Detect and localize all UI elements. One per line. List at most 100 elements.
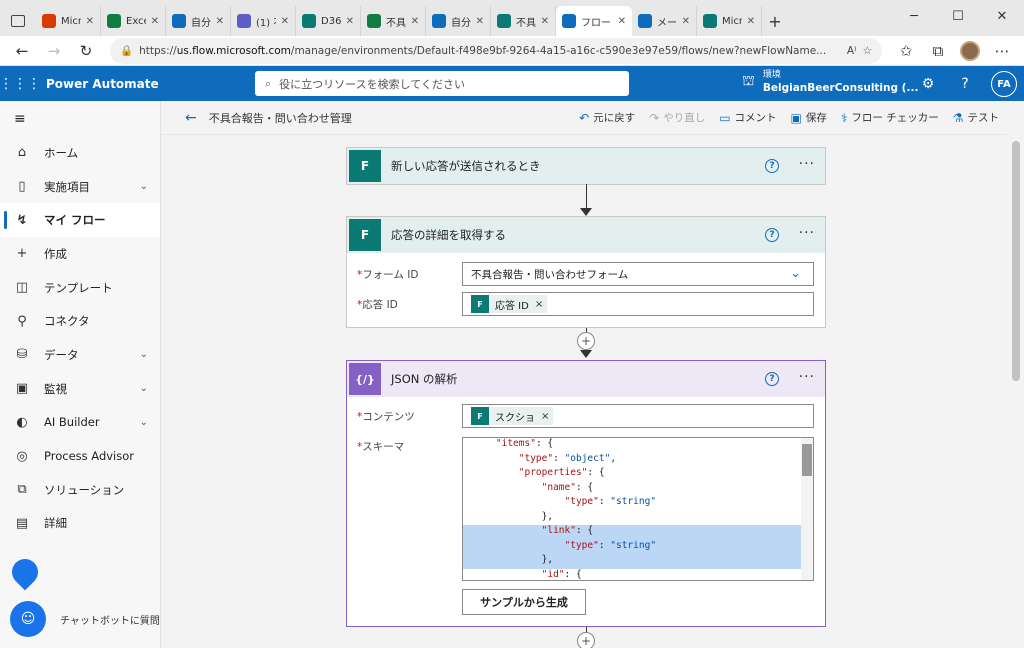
close-tab-icon[interactable]: ✕ [151, 16, 159, 27]
schema-editor[interactable]: "items": { "type": "object", "properties… [462, 437, 814, 581]
nav-item[interactable]: + 作成 [0, 237, 160, 271]
read-aloud-icon[interactable]: A⁾ [847, 45, 857, 57]
remove-token-icon[interactable]: × [541, 411, 549, 422]
flow-checker-button[interactable]: ⚕ フロー チェッカー [841, 110, 939, 125]
close-tab-icon[interactable]: ✕ [747, 16, 755, 27]
save-button[interactable]: ▣ 保存 [791, 110, 827, 125]
help-icon[interactable]: ? [765, 372, 779, 386]
hamburger-menu-icon[interactable]: ≡ [0, 101, 160, 136]
nav-item[interactable]: ↯ マイ フロー [0, 203, 160, 238]
close-tab-icon[interactable]: ✕ [476, 16, 484, 27]
browser-tab[interactable]: 不具 ✕ [361, 6, 426, 36]
insert-step-plus-icon[interactable]: + [577, 332, 595, 350]
comment-button[interactable]: ▭ コメント [719, 110, 776, 125]
browser-tab[interactable]: フロー ✕ [556, 6, 632, 36]
browser-tab[interactable]: Micr ✕ [36, 6, 101, 36]
collections-icon[interactable]: ⧉ [924, 38, 952, 64]
close-tab-icon[interactable]: ✕ [411, 16, 419, 27]
close-tab-icon[interactable]: ✕ [618, 16, 626, 27]
chevron-down-icon[interactable]: ⌄ [790, 266, 801, 281]
chevron-down-icon[interactable]: ⌄ [140, 349, 148, 360]
search-box[interactable]: ⌕ 役に立つリソースを検索してください [255, 71, 629, 96]
nav-item[interactable]: ⌂ ホーム [0, 136, 160, 170]
profile-avatar[interactable] [956, 38, 984, 64]
refresh-button[interactable]: ↻ [72, 38, 100, 64]
nav-item[interactable]: ◐ AI Builder ⌄ [0, 406, 160, 440]
card-header[interactable]: F 応答の詳細を取得する ? ··· [347, 217, 825, 253]
nav-item[interactable]: ⧉ ソリューション [0, 473, 160, 507]
close-tab-icon[interactable]: ✕ [216, 16, 224, 27]
nav-item[interactable]: ▯ 実施項目 ⌄ [0, 170, 160, 204]
forward-button[interactable]: → [40, 38, 68, 64]
test-button[interactable]: ⚗ テスト [953, 110, 999, 125]
generate-from-sample-button[interactable]: サンプルから生成 [462, 589, 586, 615]
brand-title[interactable]: Power Automate [46, 77, 246, 91]
browser-tab[interactable]: 自分 ✕ [426, 6, 491, 36]
browser-tab[interactable]: Micr ✕ [697, 6, 762, 36]
environment-picker[interactable]: ⛫ 環境 BelgianBeerConsulting (... [742, 69, 918, 95]
insert-step-plus-icon[interactable]: + [577, 632, 595, 648]
page-scrollbar-thumb[interactable] [1012, 141, 1020, 381]
help-icon[interactable]: ? [765, 159, 779, 173]
card-header[interactable]: {/} JSON の解析 ? ··· [347, 361, 825, 397]
close-tab-icon[interactable]: ✕ [682, 16, 690, 27]
browser-tab[interactable]: 自分 ✕ [166, 6, 231, 36]
nav-item[interactable]: ⛁ データ ⌄ [0, 338, 160, 372]
browser-menu-button[interactable]: ⋯ [988, 38, 1016, 64]
chevron-down-icon[interactable]: ⌄ [140, 181, 148, 192]
feedback-pin-icon[interactable] [6, 553, 44, 591]
new-tab-button[interactable]: + [762, 6, 788, 36]
chevron-down-icon[interactable]: ⌄ [140, 383, 148, 394]
page-scrollbar[interactable] [1008, 101, 1024, 648]
undo-button[interactable]: ↶ 元に戻す [579, 110, 635, 125]
back-button[interactable]: ← [8, 38, 36, 64]
tab-actions-button[interactable] [0, 6, 36, 36]
chatbot-button[interactable]: ☺ チャットボットに質問 [10, 601, 160, 637]
get-response-details-card[interactable]: F 応答の詳細を取得する ? ··· *フォーム ID 不具合報告・問い合わせフ… [346, 216, 826, 328]
card-header[interactable]: F 新しい応答が送信されるとき ? ··· [347, 148, 825, 184]
redo-button[interactable]: ↷ やり直し [649, 110, 705, 125]
app-launcher-icon[interactable]: ⋮⋮⋮ [0, 66, 41, 101]
help-icon[interactable]: ? [765, 228, 779, 242]
remove-token-icon[interactable]: × [535, 299, 543, 310]
nav-item[interactable]: ▤ 詳細 [0, 507, 160, 541]
more-options-icon[interactable]: ··· [799, 225, 815, 241]
browser-tab[interactable]: Excel ✕ [101, 6, 166, 36]
url-input[interactable]: 🔒 https://us.flow.microsoft.com/manage/e… [110, 37, 882, 64]
favorites-icon[interactable]: ✩ [892, 38, 920, 64]
nav-item[interactable]: ◎ Process Advisor [0, 439, 160, 473]
nav-item[interactable]: ⚲ コネクタ [0, 304, 160, 338]
nav-item[interactable]: ▣ 監視 ⌄ [0, 372, 160, 406]
dynamic-content-token[interactable]: F 応答 ID × [471, 295, 548, 313]
flow-name[interactable]: 不具合報告・問い合わせ管理 [209, 110, 352, 126]
user-avatar[interactable]: FA [991, 71, 1017, 97]
minimize-button[interactable]: ─ [892, 0, 936, 32]
parse-json-card[interactable]: {/} JSON の解析 ? ··· *コンテンツ F スクショ × *スキーマ… [346, 360, 826, 627]
close-tab-icon[interactable]: ✕ [86, 16, 94, 27]
help-icon[interactable]: ? [955, 74, 975, 94]
settings-gear-icon[interactable]: ⚙ [918, 74, 938, 94]
office-icon [42, 14, 56, 28]
browser-tab[interactable]: メール ✕ [632, 6, 697, 36]
browser-tab[interactable]: (1) 不 ✕ [231, 6, 296, 36]
browser-tab[interactable]: 不具 ✕ [491, 6, 556, 36]
response-id-input[interactable]: F 応答 ID × [462, 292, 814, 316]
dynamic-content-token[interactable]: F スクショ × [471, 407, 554, 425]
close-tab-icon[interactable]: ✕ [281, 16, 289, 27]
content-input[interactable]: F スクショ × [462, 404, 814, 428]
scrollbar-thumb[interactable] [802, 444, 812, 476]
close-tab-icon[interactable]: ✕ [346, 16, 354, 27]
maximize-button[interactable]: ☐ [936, 0, 980, 32]
close-window-button[interactable]: ✕ [980, 0, 1024, 32]
chevron-down-icon[interactable]: ⌄ [140, 417, 148, 428]
browser-tab[interactable]: D365 ✕ [296, 6, 361, 36]
more-options-icon[interactable]: ··· [799, 369, 815, 385]
close-tab-icon[interactable]: ✕ [541, 16, 549, 27]
more-options-icon[interactable]: ··· [799, 156, 815, 172]
schema-scrollbar[interactable] [801, 438, 813, 580]
trigger-card[interactable]: F 新しい応答が送信されるとき ? ··· [346, 147, 826, 185]
back-arrow-icon[interactable]: ← [185, 110, 197, 126]
nav-item[interactable]: ◫ テンプレート [0, 271, 160, 305]
favorite-star-icon[interactable]: ☆ [863, 45, 872, 57]
form-id-dropdown[interactable]: 不具合報告・問い合わせフォーム ⌄ [462, 262, 814, 286]
